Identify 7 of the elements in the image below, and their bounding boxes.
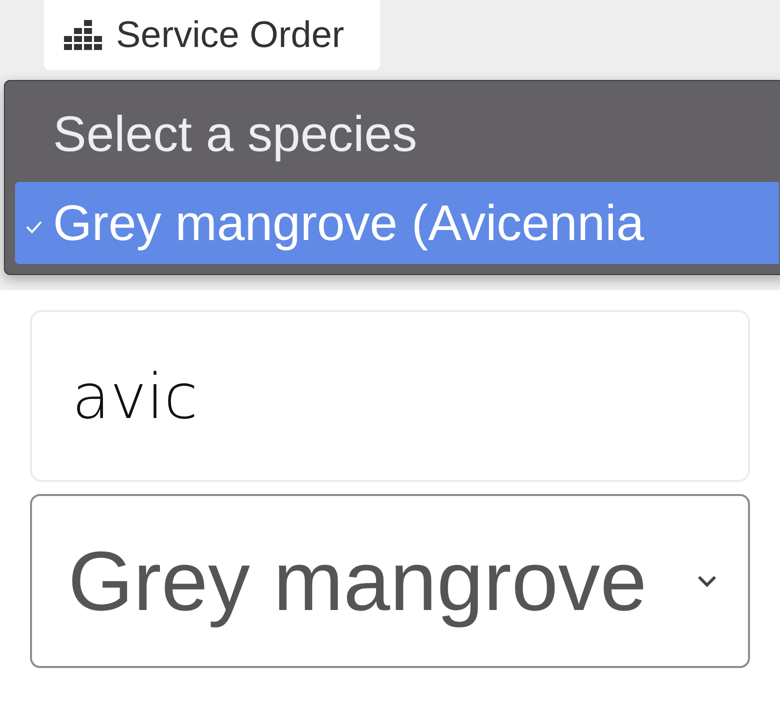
- bars-icon: [64, 20, 104, 50]
- service-order-tab[interactable]: Service Order: [44, 0, 380, 70]
- species-select[interactable]: Grey mangrove: [30, 494, 750, 668]
- search-field[interactable]: avic: [30, 310, 750, 482]
- menu-option[interactable]: Select a species: [15, 93, 779, 176]
- check-icon: [25, 220, 43, 234]
- chevron-down-icon: [696, 574, 718, 588]
